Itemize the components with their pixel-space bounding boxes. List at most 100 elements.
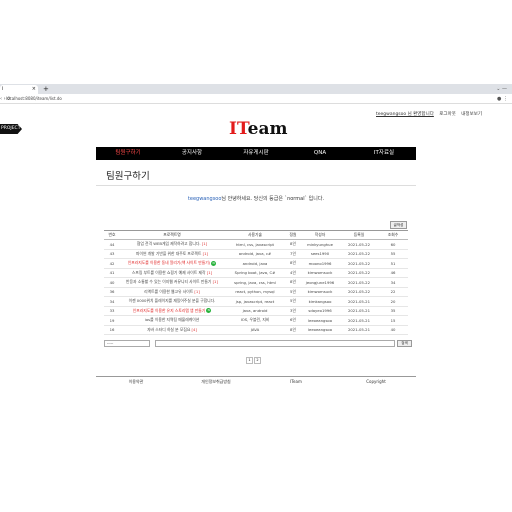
comment-count: [1] [206, 269, 213, 275]
row-title-text[interactable]: 이젠 0000위치 플레이지를 재밌어주실 분을 구합니다. [129, 298, 216, 303]
table-row[interactable]: 36 리액트를 이용한 웹고유 사이트 [1] react, python, mys… [104, 287, 408, 297]
logo-suffix: eam [247, 119, 288, 139]
tab-bar: i × + ⌄ — [0, 84, 512, 94]
row-number: 34 [104, 296, 120, 307]
row-writer: kimkangsoo [300, 296, 340, 307]
row-title[interactable]: 파이썬 개발 기반을 위한 대주토 프로젝트 [1] [120, 249, 224, 259]
nav-item-free-board[interactable]: 자유게시판 [224, 147, 288, 160]
row-writer: sees1990 [300, 249, 340, 259]
row-date: 2021-05-21 [340, 325, 378, 335]
project-tag[interactable]: PROJECT [0, 124, 22, 134]
footer-terms[interactable]: 이용약관 [96, 378, 176, 386]
footer-privacy[interactable]: 개인정보취급방침 [176, 378, 256, 386]
user-nav: teegwangsoo 님 환영합니다 로그아웃 내정보보기 [372, 111, 482, 117]
col-number: 번호 [104, 230, 120, 240]
comment-count: [1] [201, 241, 208, 247]
row-title-text[interactable]: 인프라지도를 이용한 유지 스토리맵 앱 만들기 [133, 308, 205, 313]
url-field[interactable]: localhost:8080/iteam/list.do [6, 96, 62, 102]
welcome-message: teegwangsoo님 안녕하세요. 당신의 등급은 `normal` 입니다… [96, 195, 416, 202]
new-badge-icon: N [206, 308, 212, 314]
row-title-text[interactable]: 파이썬 개발 기반을 위한 대주토 프로젝트 [136, 251, 201, 256]
row-capacity: 6인 [286, 315, 300, 326]
search-input[interactable] [155, 340, 395, 347]
row-tech: java, android [224, 306, 286, 316]
row-writer: moono1996 [300, 258, 340, 269]
row-title-text[interactable]: 자바 스터디 하실 분 모집요 [147, 327, 190, 332]
window-controls[interactable]: ⌄ — [496, 84, 507, 94]
row-views: 60 [378, 239, 408, 250]
row-title-text[interactable]: ios를 이용한 지역팀 매물레케이션 [145, 317, 199, 322]
row-title-text[interactable]: 리액트를 이용한 웹고유 사이트 [144, 289, 193, 294]
row-tech: jsp, javascript, react [224, 296, 286, 307]
recruit-table: 번호 프로젝트명 사용기술 정원 작성자 등록일 조회수 44 협업 전격 WEB… [104, 230, 408, 335]
row-tech: html, css, javascript [224, 239, 286, 250]
col-project: 프로젝트명 [120, 230, 224, 240]
row-title[interactable]: 이젠 0000위치 플레이지를 재밌어주실 분을 구합니다. [120, 296, 224, 307]
table-row[interactable]: 44 협업 전격 WEB게임 제작하려고 합니다. [1] html, css, j… [104, 239, 408, 250]
welcome-user-id: teegwangsoo [187, 196, 222, 202]
row-number: 44 [104, 239, 120, 250]
table-row[interactable]: 40 반응과 소통할 수 있는 이지웹 커뮤니티 사이트 만들기 [1] sprin… [104, 277, 408, 288]
table-row[interactable]: 41 스프링 부트를 이용한 쇼핑기 예제 사이트 제작 [1] Spring bo… [104, 268, 408, 278]
row-title-text[interactable]: 반응과 소통할 수 있는 이지웹 커뮤니티 사이트 만들기 [126, 279, 211, 284]
nav-item-recruit[interactable]: 팀원구하기 [96, 147, 160, 160]
table-row[interactable]: 42 인프라지도를 이용한 동네 알리기(책 사이트 만들기) Nandroid, … [104, 258, 408, 269]
col-writer: 작성자 [300, 230, 340, 240]
row-title-text[interactable]: 인프라지도를 이용한 동네 알리기(책 사이트 만들기) [128, 260, 210, 265]
page-2-button[interactable]: 2 [254, 357, 261, 364]
address-bar: ‹ › ⟳ localhost:8080/iteam/list.do ● ⋮ [0, 94, 512, 104]
row-date: 2021-05-21 [340, 306, 378, 316]
logout-link[interactable]: 로그아웃 [439, 112, 456, 117]
row-views: 35 [378, 306, 408, 316]
row-title-text[interactable]: 협업 전격 WEB게임 제작하려고 합니다. [137, 241, 201, 246]
new-tab-icon[interactable]: + [43, 84, 49, 94]
row-title[interactable]: 리액트를 이용한 웹고유 사이트 [1] [120, 287, 224, 297]
site-logo[interactable]: ITeam [229, 119, 287, 139]
page-1-button[interactable]: 1 [246, 357, 253, 364]
footer: 이용약관 개인정보취급방침 ITeam Copyright [96, 378, 416, 386]
row-writer: leeoeangsoo [300, 325, 340, 335]
table-row[interactable]: 33 인프라지도를 이용한 유지 스토리맵 앱 만들기 Njava, android… [104, 306, 408, 316]
table-row[interactable]: 43 파이썬 개발 기반을 위한 대주토 프로젝트 [1] android, jav… [104, 249, 408, 259]
search-button[interactable]: 검색 [397, 340, 412, 347]
row-date: 2021-05-22 [340, 249, 378, 259]
mypage-link[interactable]: 내정보보기 [461, 112, 482, 117]
row-title[interactable]: 인프라지도를 이용한 유지 스토리맵 앱 만들기 N [120, 306, 224, 316]
table-row[interactable]: 34 이젠 0000위치 플레이지를 재밌어주실 분을 구합니다. jsp, jav… [104, 296, 408, 307]
row-views: 46 [378, 268, 408, 278]
browser-window: i × + ⌄ — ‹ › ⟳ localhost:8080/iteam/lis… [0, 84, 512, 428]
table-header-row: 번호 프로젝트명 사용기술 정원 작성자 등록일 조회수 [104, 230, 408, 240]
row-title-text[interactable]: 스프링 부트를 이용한 쇼핑기 예제 사이트 제작 [132, 270, 206, 275]
close-tab-icon[interactable]: × [32, 85, 36, 94]
user-greeting[interactable]: teegwangsoo 님 환영합니다 [376, 112, 434, 117]
row-title[interactable]: 스프링 부트를 이용한 쇼핑기 예제 사이트 제작 [1] [120, 268, 224, 278]
col-capacity: 정원 [286, 230, 300, 240]
pagination: 1 2 [246, 357, 262, 364]
nav-item-resources[interactable]: IT자료실 [352, 147, 416, 160]
row-writer: jeongjune1996 [300, 277, 340, 288]
row-title[interactable]: 자바 스터디 하실 분 모집요 [4] [120, 325, 224, 335]
write-button[interactable]: 글작성 [390, 221, 407, 229]
row-capacity: 4인 [286, 268, 300, 278]
table-row[interactable]: 19 ios를 이용한 지역팀 매물레케이션 IOS, 우블린, 지비 6인 leeoe… [104, 315, 408, 326]
browser-tab[interactable]: i × [0, 85, 38, 94]
row-writer: kimwomsuck [300, 287, 340, 297]
logo-prefix: IT [229, 119, 248, 139]
table-row[interactable]: 16 자바 스터디 하실 분 모집요 [4] JAVA 8인 leeoeangsoo 20… [104, 325, 408, 335]
nav-item-qna[interactable]: QNA [288, 147, 352, 160]
comment-count: [1] [212, 279, 218, 285]
row-capacity: 7인 [286, 249, 300, 259]
row-title[interactable]: 반응과 소통할 수 있는 이지웹 커뮤니티 사이트 만들기 [1] [120, 277, 224, 288]
row-tech: JAVA [224, 325, 286, 335]
nav-item-notice[interactable]: 공지사항 [160, 147, 224, 160]
row-title[interactable]: 인프라지도를 이용한 동네 알리기(책 사이트 만들기) N [120, 258, 224, 269]
row-title[interactable]: ios를 이용한 지역팀 매물레케이션 [120, 315, 224, 326]
row-views: 15 [378, 315, 408, 326]
divider [96, 185, 416, 186]
main-nav: 팀원구하기 공지사항 자유게시판 QNA IT자료실 [96, 147, 416, 160]
browser-menu-icon[interactable]: ● ⋮ [497, 94, 508, 104]
row-writer: leeoeangsoo [300, 315, 340, 326]
row-number: 40 [104, 277, 120, 288]
search-type-select[interactable]: ----- [104, 340, 150, 347]
row-title[interactable]: 협업 전격 WEB게임 제작하려고 합니다. [1] [120, 239, 224, 250]
